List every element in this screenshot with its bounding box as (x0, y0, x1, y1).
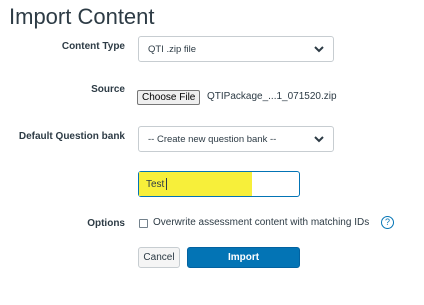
page-title: Import Content (9, 4, 155, 29)
question-bank-value: -- Create new question bank -- (148, 134, 277, 145)
new-question-bank-value: Test (146, 179, 165, 190)
new-question-bank-input[interactable]: Test (138, 171, 300, 197)
cancel-button[interactable]: Cancel (138, 247, 180, 268)
import-button[interactable]: Import (187, 247, 300, 268)
content-type-value: QTI .zip file (148, 44, 197, 55)
question-bank-label: Default Question bank (18, 131, 125, 142)
help-circle-icon[interactable]: ? (381, 216, 394, 229)
content-type-label: Content Type (61, 41, 125, 52)
import-content-page: Import Content Content Type QTI .zip fil… (0, 0, 424, 305)
chevron-down-icon (314, 136, 324, 143)
source-label: Source (91, 84, 125, 95)
options-label: Options (87, 218, 125, 229)
question-bank-select[interactable]: -- Create new question bank -- (138, 126, 334, 152)
chevron-down-icon (314, 46, 324, 53)
overwrite-checkbox-label[interactable]: Overwrite assessment content with matchi… (153, 217, 369, 228)
text-cursor (166, 178, 167, 190)
overwrite-checkbox[interactable] (139, 219, 148, 228)
choose-file-button[interactable]: Choose File (137, 90, 201, 105)
content-type-select[interactable]: QTI .zip file (138, 36, 334, 62)
selected-file-name: QTIPackage_...1_071520.zip (207, 91, 337, 102)
